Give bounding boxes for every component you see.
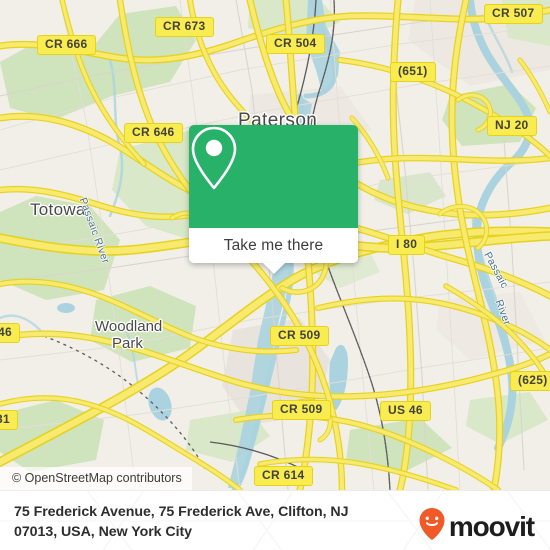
shield-cr-509-upper[interactable]: CR 509 (270, 326, 329, 346)
moovit-wordmark: moovit (448, 510, 535, 542)
shield-cr-509-lower[interactable]: CR 509 (272, 400, 331, 420)
shield-31-left[interactable]: 31 (0, 410, 18, 430)
address-bar: 75 Frederick Avenue, 75 Frederick Ave, C… (0, 490, 550, 550)
shield-cr-507[interactable]: CR 507 (484, 4, 543, 24)
shield-651[interactable]: (651) (390, 62, 436, 82)
osm-attribution[interactable]: © OpenStreetMap contributors (0, 467, 192, 490)
shield-625[interactable]: (625) (510, 371, 550, 391)
shield-i-80[interactable]: I 80 (388, 235, 426, 255)
popup-pointer-tail (262, 263, 285, 274)
shield-cr-614[interactable]: CR 614 (254, 466, 313, 486)
shield-cr-646[interactable]: CR 646 (124, 123, 183, 143)
shield-nj-20[interactable]: NJ 20 (487, 116, 537, 136)
result-address: 75 Frederick Avenue, 75 Frederick Ave, C… (14, 502, 399, 542)
map-result-page: .ga{fill:#cfe3bd;} .gb{fill:#d8e8c8;} .w… (0, 0, 550, 550)
address-line-1: 75 Frederick Avenue, 75 Frederick Ave, C… (14, 504, 349, 520)
popup-card-body (189, 125, 358, 228)
take-me-there-label: Take me there (223, 236, 324, 254)
shield-cr-504[interactable]: CR 504 (266, 34, 325, 54)
moovit-logo[interactable]: moovit (418, 507, 535, 546)
map-canvas[interactable]: .ga{fill:#cfe3bd;} .gb{fill:#d8e8c8;} .w… (0, 0, 550, 490)
address-line-2: 07013, USA, New York City (14, 524, 193, 540)
popup-card-footer[interactable]: Take me there (189, 228, 358, 274)
shield-46-left[interactable]: 46 (0, 323, 20, 343)
shield-cr-673[interactable]: CR 673 (155, 17, 214, 37)
moovit-pin-icon (418, 507, 446, 546)
shield-us-46[interactable]: US 46 (380, 401, 431, 421)
location-popup-card[interactable]: Take me there (189, 125, 358, 274)
shield-cr-666[interactable]: CR 666 (37, 35, 96, 55)
